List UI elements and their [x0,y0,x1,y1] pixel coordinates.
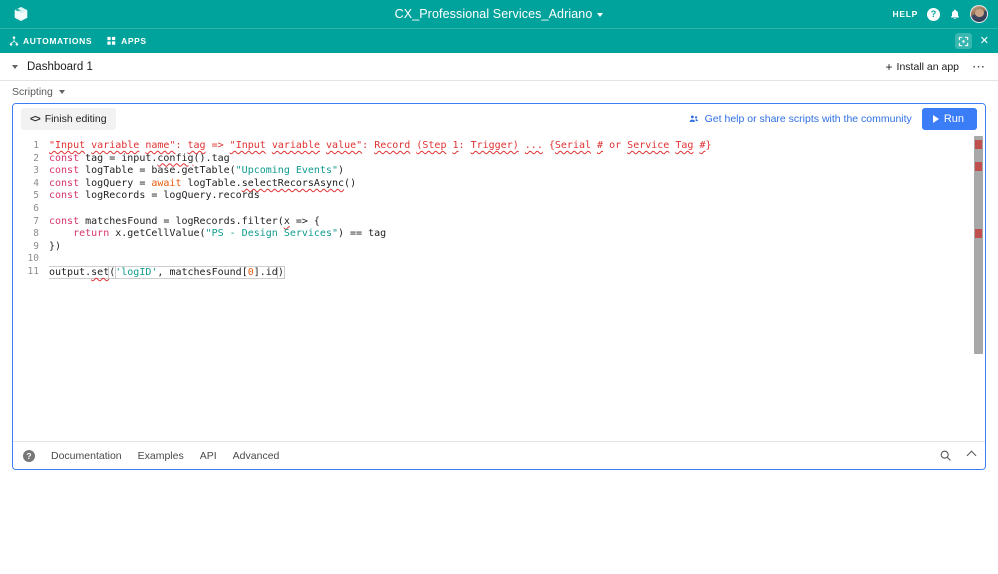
line-number: 2 [33,152,39,164]
chevron-down-icon[interactable] [58,90,65,94]
install-app-button[interactable]: + Install an app [886,61,959,73]
app-header: CX_Professional Services_Adriano HELP ? [0,0,998,28]
editor-toolbar: <> Finish editing Get help or share scri… [13,104,985,134]
plus-icon: + [885,59,893,74]
code-line: 8 return x.getCellValue("PS - Design Ser… [13,228,985,241]
code-line-text: const tag = input.config().tag [49,152,230,164]
app-title-text: CX_Professional Services_Adriano [394,7,593,21]
footer-link-documentation[interactable]: Documentation [51,450,122,462]
footer-link-advanced[interactable]: Advanced [233,450,280,462]
nav-item-automations[interactable]: AUTOMATIONS [9,36,92,46]
line-number: 7 [33,215,39,227]
apps-icon [106,36,117,46]
code-line: 6 [13,203,985,216]
nav-label-automations: AUTOMATIONS [23,36,93,46]
chevron-down-icon [597,12,604,17]
line-number: 5 [33,190,39,202]
scripting-app-panel: <> Finish editing Get help or share scri… [12,103,986,470]
chevron-down-icon[interactable] [12,64,18,69]
scripting-label[interactable]: Scripting [12,86,53,98]
code-line: 5 const logRecords = logQuery.records [13,190,985,203]
user-avatar[interactable] [970,5,988,23]
line-number: 9 [33,240,39,252]
line-number: 6 [33,202,39,214]
finish-editing-label: Finish editing [44,113,107,125]
code-line: 11 output.set('logID', matchesFound[0].i… [13,265,985,279]
code-editor[interactable]: 1 "Input variable name": tag => "Input v… [13,134,985,441]
finish-editing-button[interactable]: <> Finish editing [21,108,116,130]
nav-item-apps[interactable]: APPS [106,36,147,46]
toolbar-actions: Get help or share scripts with the commu… [688,108,977,130]
question-circle-icon[interactable]: ? [927,7,940,21]
people-icon [688,114,700,124]
help-label[interactable]: HELP [893,9,918,19]
footer-link-examples[interactable]: Examples [138,450,184,462]
line-number: 1 [33,140,39,151]
dashboard-title[interactable]: Dashboard 1 [27,61,93,73]
header-actions: HELP ? [893,5,988,23]
code-line-text: output.set('logID', matchesFound[0].id) [49,265,285,279]
scripting-header: Scripting [0,81,998,103]
ellipsis-icon[interactable]: ⋯ [972,60,986,73]
nav-label-apps: APPS [121,36,147,46]
code-line: 3 const logTable = base.getTable("Upcomi… [13,165,985,178]
search-icon[interactable] [939,449,952,462]
close-icon[interactable]: ✕ [980,35,989,47]
community-help-link[interactable]: Get help or share scripts with the commu… [688,113,912,125]
code-line-text: const matchesFound = logRecords.filter(x… [49,215,320,227]
code-brackets-icon: <> [30,113,41,125]
play-icon [932,115,939,123]
line-number: 10 [27,253,39,265]
code-editor-content[interactable]: 1 "Input variable name": tag => "Input v… [13,134,985,279]
run-label: Run [943,113,964,125]
line-number: 3 [33,165,39,177]
footer-actions [939,449,977,462]
chevron-up-icon[interactable] [966,450,977,461]
code-line: 9 }) [13,241,985,254]
code-line: 1 "Input variable name": tag => "Input v… [13,140,985,153]
code-line: 7 const matchesFound = logRecords.filter… [13,216,985,229]
code-line-text: const logRecords = logQuery.records [49,190,260,202]
dashboard-actions: + Install an app ⋯ [886,60,986,73]
line-number: 8 [33,228,39,240]
run-button[interactable]: Run [921,108,977,130]
error-marker [975,162,982,171]
code-line: 4 const logQuery = await logTable.select… [13,178,985,191]
code-line-text: const logQuery = await logTable.selectRe… [49,177,357,189]
code-line-text: return x.getCellValue("PS - Design Servi… [73,228,387,240]
automations-icon [9,36,19,46]
code-line: 10 [13,253,985,266]
editor-scrollbar[interactable] [974,136,983,439]
navbar-actions: ✕ [954,33,989,49]
editor-scrollbar-thumb[interactable] [974,136,983,354]
app-title-menu[interactable]: CX_Professional Services_Adriano [395,7,604,21]
code-line: 2 const tag = input.config().tag [13,153,985,166]
bell-icon[interactable] [949,8,961,21]
community-help-label: Get help or share scripts with the commu… [704,113,912,125]
install-app-label: Install an app [896,60,959,73]
line-number: 11 [27,265,39,277]
expand-fullscreen-icon[interactable] [954,33,972,49]
cube-logo-icon[interactable] [10,3,32,25]
code-line-text: "Input variable name": tag => "Input var… [49,140,712,151]
app-title-container: CX_Professional Services_Adriano [0,0,998,28]
code-line-text: const logTable = base.getTable("Upcoming… [49,165,345,177]
footer-link-api[interactable]: API [200,450,217,462]
editor-footer: ? Documentation Examples API Advanced [13,441,985,469]
question-circle-icon[interactable]: ? [23,449,35,462]
code-line-text: }) [49,240,62,252]
secondary-navbar: AUTOMATIONS APPS ✕ [0,28,998,53]
line-number: 4 [33,177,39,189]
dashboard-bar: Dashboard 1 + Install an app ⋯ [0,53,998,81]
error-marker [975,140,982,149]
error-marker [975,229,982,238]
